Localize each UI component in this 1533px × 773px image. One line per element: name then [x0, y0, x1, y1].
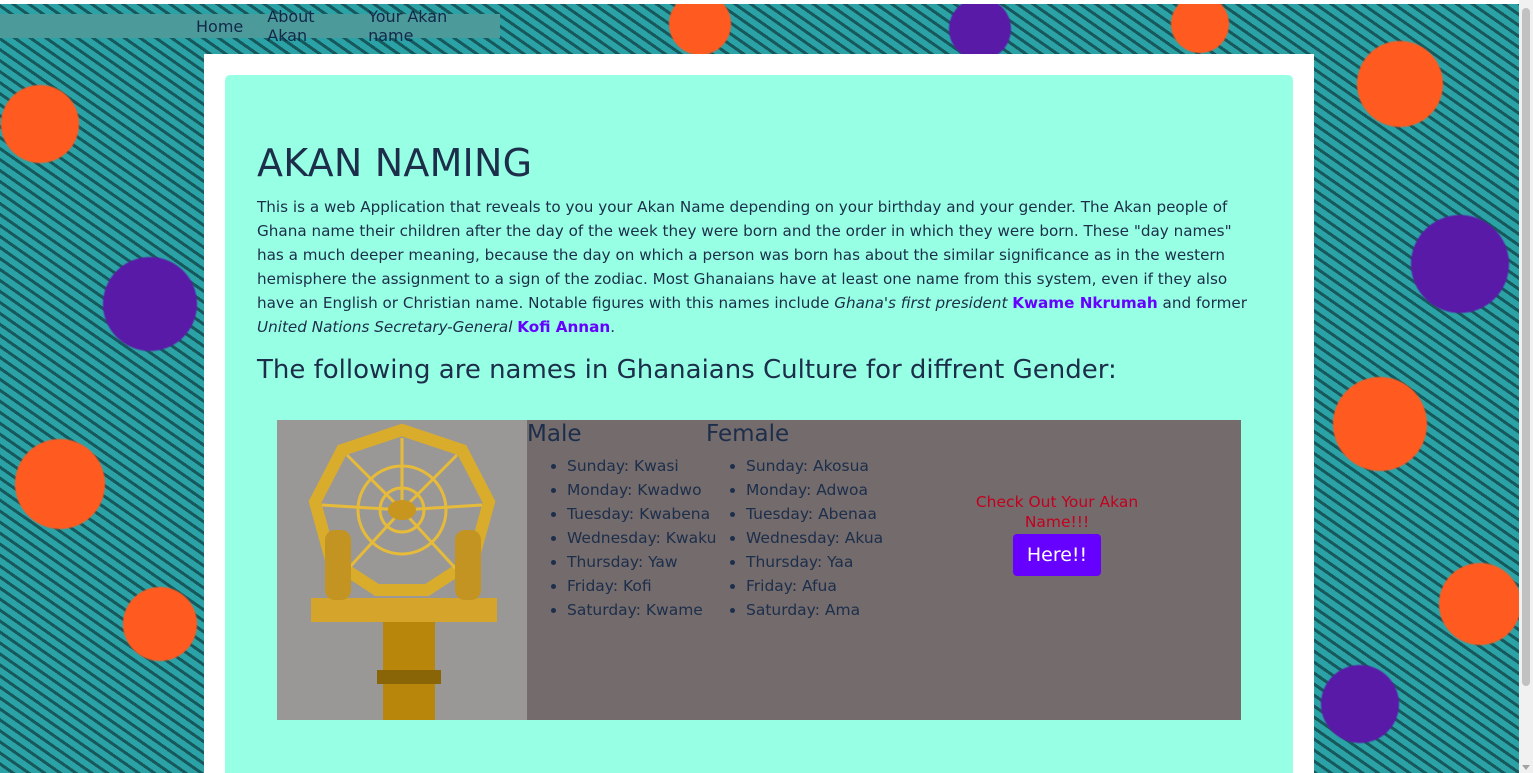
golden-spider-web-staff-image: [277, 420, 527, 720]
list-item: Saturday: Ama: [746, 598, 883, 622]
kofi-annan-link[interactable]: Kofi Annan: [517, 318, 610, 336]
nav-home-link[interactable]: Home: [196, 17, 243, 36]
list-item: Monday: Kwadwo: [567, 478, 716, 502]
intro-text-2: and former: [1157, 294, 1247, 312]
main-container: AKAN NAMING This is a web Application th…: [204, 54, 1314, 773]
list-item: Sunday: Kwasi: [567, 454, 716, 478]
list-item: Thursday: Yaw: [567, 550, 716, 574]
here-button[interactable]: Here!!: [1012, 534, 1102, 576]
intro-emphasis-2: United Nations Secretary-General: [257, 318, 513, 336]
golden-staff-image: [277, 420, 527, 720]
cta-block: Check Out Your Akan Name!!! Here!!: [951, 492, 1163, 576]
female-heading: Female: [706, 421, 790, 447]
list-item: Thursday: Yaa: [746, 550, 883, 574]
intro-paragraph: This is a web Application that reveals t…: [257, 195, 1257, 339]
scroll-down-arrow-icon[interactable]: [1522, 765, 1530, 770]
list-item: Friday: Kofi: [567, 574, 716, 598]
page-title: AKAN NAMING: [257, 141, 533, 185]
female-names-column: Female Sunday: Akosua Monday: Adwoa Tues…: [706, 420, 883, 622]
kwame-nkrumah-link[interactable]: Kwame Nkrumah: [1012, 294, 1157, 312]
intro-emphasis-1: Ghana's first president: [834, 294, 1008, 312]
cta-text: Check Out Your Akan Name!!!: [975, 493, 1139, 531]
list-item: Friday: Afua: [746, 574, 883, 598]
page-scrollbar[interactable]: [1519, 0, 1533, 773]
male-heading: Male: [527, 421, 582, 447]
top-navbar: Home About Akan Your Akan name: [0, 7, 500, 45]
list-item: Wednesday: Kwaku: [567, 526, 716, 550]
female-names-list: Sunday: Akosua Monday: Adwoa Tuesday: Ab…: [706, 454, 883, 622]
intro-text-3: .: [610, 318, 616, 336]
names-panel: Male Sunday: Kwasi Monday: Kwadwo Tuesda…: [277, 420, 1241, 720]
list-item: Saturday: Kwame: [567, 598, 716, 622]
jumbotron: AKAN NAMING This is a web Application th…: [225, 75, 1293, 773]
list-item: Tuesday: Abenaa: [746, 502, 883, 526]
nav-about-link[interactable]: About Akan: [267, 7, 344, 45]
list-item: Wednesday: Akua: [746, 526, 883, 550]
list-item: Tuesday: Kwabena: [567, 502, 716, 526]
list-item: Sunday: Akosua: [746, 454, 883, 478]
male-names-list: Sunday: Kwasi Monday: Kwadwo Tuesday: Kw…: [527, 454, 716, 622]
names-subtitle: The following are names in Ghanaians Cul…: [257, 355, 1117, 385]
scrollbar-thumb[interactable]: [1522, 8, 1530, 686]
nav-your-name-link[interactable]: Your Akan name: [368, 7, 476, 45]
list-item: Monday: Adwoa: [746, 478, 883, 502]
male-names-column: Male Sunday: Kwasi Monday: Kwadwo Tuesda…: [527, 420, 716, 622]
